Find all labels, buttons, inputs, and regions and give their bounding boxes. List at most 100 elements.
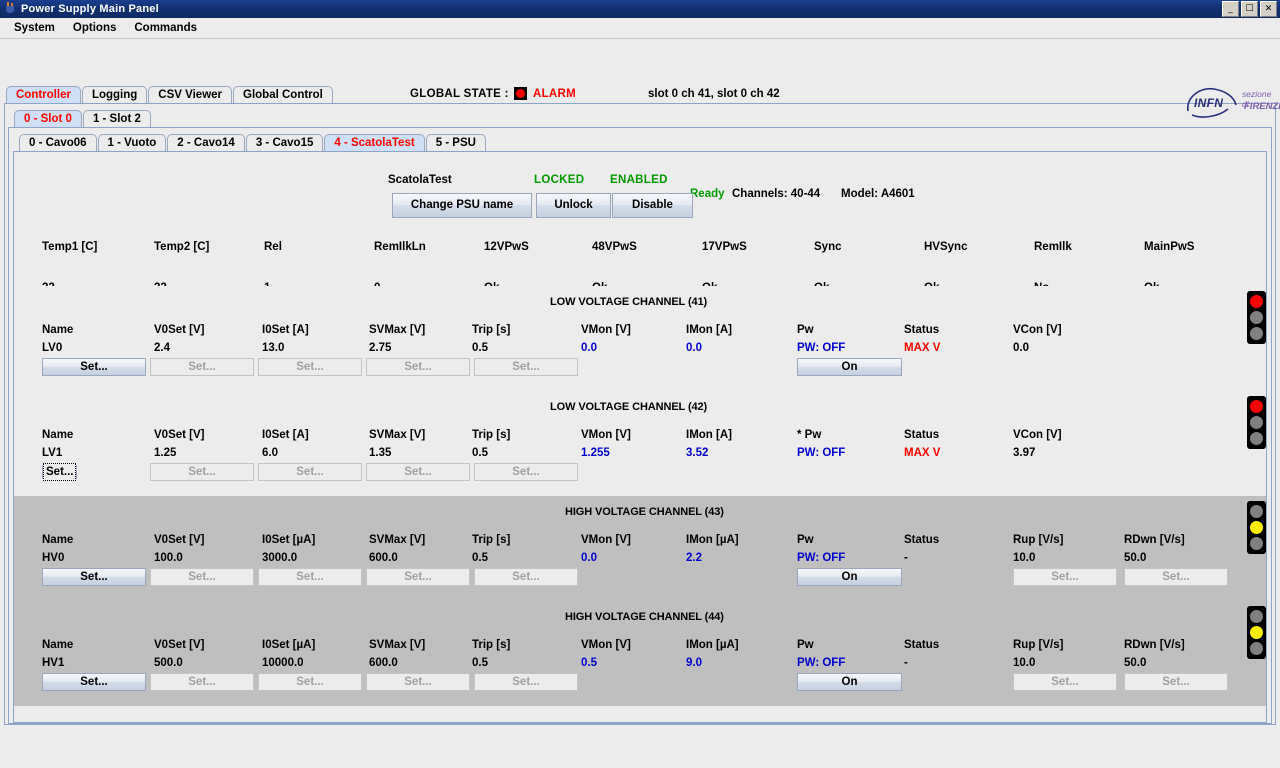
psu-ready-status: Ready xyxy=(690,188,725,200)
set-button[interactable]: Set... xyxy=(42,463,78,481)
maximize-icon[interactable]: ☐ xyxy=(1241,1,1258,17)
channel-column-header: Rup [V/s] xyxy=(1013,639,1064,651)
set-button[interactable]: Set... xyxy=(42,358,146,376)
board-status-header: Sync xyxy=(814,241,842,253)
psu-lock-state: LOCKED xyxy=(534,174,585,186)
channel-column-header: Rup [V/s] xyxy=(1013,534,1064,546)
traffic-light-yellow-icon xyxy=(1250,625,1263,639)
channel-column-header: VMon [V] xyxy=(581,429,631,441)
tab-controller[interactable]: Controller xyxy=(6,86,81,103)
psu-header: ScatolaTest LOCKED ENABLED Ready Channel… xyxy=(14,152,1266,224)
channel-column-header: Status xyxy=(904,429,940,441)
set-button: Set... xyxy=(474,673,578,691)
power-on-button[interactable]: On xyxy=(797,673,902,691)
traffic-light-yellow-icon xyxy=(1250,415,1263,429)
window-title: Power Supply Main Panel xyxy=(21,3,159,15)
set-button: Set... xyxy=(258,568,362,586)
psu-name-label: ScatolaTest xyxy=(388,174,452,186)
traffic-light-indicator xyxy=(1247,606,1266,659)
channel-value: 0.0 xyxy=(686,342,702,354)
change-psu-name-button[interactable]: Change PSU name xyxy=(392,193,532,218)
tab-global-control[interactable]: Global Control xyxy=(233,86,333,103)
tab-scatolatest[interactable]: 4 - ScatolaTest xyxy=(324,134,425,151)
board-status-header: Rel xyxy=(264,241,282,253)
channel-value: 50.0 xyxy=(1124,552,1147,564)
set-button: Set... xyxy=(150,463,254,481)
channel-value: MAX V xyxy=(904,447,941,459)
channel-column-header: V0Set [V] xyxy=(154,429,205,441)
channel-value: 6.0 xyxy=(262,447,278,459)
set-button: Set... xyxy=(366,673,470,691)
menu-item-system[interactable]: System xyxy=(5,20,64,36)
channel-value: 3.52 xyxy=(686,447,709,459)
channel-value: 0.0 xyxy=(581,552,597,564)
rate-set-button: Set... xyxy=(1013,673,1117,691)
channel-value: 3.97 xyxy=(1013,447,1036,459)
tab-vuoto[interactable]: 1 - Vuoto xyxy=(97,134,167,151)
power-on-button[interactable]: On xyxy=(797,358,902,376)
set-button: Set... xyxy=(366,568,470,586)
channel-column-header: RDwn [V/s] xyxy=(1124,639,1185,651)
traffic-light-green-icon xyxy=(1250,431,1263,445)
traffic-light-green-icon xyxy=(1250,326,1263,340)
tabs-level2: 0 - Slot 0 1 - Slot 2 xyxy=(5,107,1275,127)
set-button: Set... xyxy=(150,358,254,376)
tab-logging[interactable]: Logging xyxy=(81,86,148,103)
menu-bar: System Options Commands xyxy=(0,18,1280,39)
set-button[interactable]: Set... xyxy=(42,673,146,691)
channel-column-header: Trip [s] xyxy=(472,534,511,546)
channel-column-header: IMon [µA] xyxy=(686,639,739,651)
unlock-button[interactable]: Unlock xyxy=(536,193,611,218)
set-button: Set... xyxy=(258,358,362,376)
channel-column-header: I0Set [A] xyxy=(262,429,309,441)
channel-column-header: Status xyxy=(904,534,940,546)
channel-value: 0.5 xyxy=(472,552,488,564)
channel-rows: LOW VOLTAGE CHANNEL (41) Name LV0 V0Set [V]… xyxy=(14,286,1266,706)
channel-row: LOW VOLTAGE CHANNEL (41) Name LV0 V0Set [V]… xyxy=(14,286,1266,391)
tab-cavo06[interactable]: 0 - Cavo06 xyxy=(19,134,97,151)
close-icon[interactable]: ✕ xyxy=(1260,1,1277,17)
tabs-level3: 0 - Cavo06 1 - Vuoto 2 - Cavo14 3 - Cavo… xyxy=(9,131,1271,151)
channel-value: 10.0 xyxy=(1013,552,1036,564)
traffic-light-yellow-icon xyxy=(1250,520,1263,534)
channel-column-header: VCon [V] xyxy=(1013,429,1062,441)
channel-value: 1.255 xyxy=(581,447,610,459)
tab-psu[interactable]: 5 - PSU xyxy=(425,134,486,151)
channel-value: 3000.0 xyxy=(262,552,298,564)
power-on-button[interactable]: On xyxy=(797,568,902,586)
menu-item-commands[interactable]: Commands xyxy=(125,20,206,36)
traffic-light-green-icon xyxy=(1250,536,1263,550)
channel-column-header: Status xyxy=(904,639,940,651)
channel-value: 0.0 xyxy=(581,342,597,354)
set-button[interactable]: Set... xyxy=(42,568,146,586)
board-status-header: 17VPwS xyxy=(702,241,747,253)
channel-value: - xyxy=(904,552,908,564)
channel-value: LV1 xyxy=(42,447,63,459)
tab-cavo14[interactable]: 2 - Cavo14 xyxy=(167,134,245,151)
set-button: Set... xyxy=(150,568,254,586)
menu-item-options[interactable]: Options xyxy=(64,20,125,36)
channel-value: 10.0 xyxy=(1013,657,1036,669)
minimize-icon[interactable]: _ xyxy=(1222,1,1239,17)
tab-slot-2[interactable]: 1 - Slot 2 xyxy=(82,110,151,127)
channel-value: 2.4 xyxy=(154,342,170,354)
disable-button[interactable]: Disable xyxy=(612,193,693,218)
channel-title: HIGH VOLTAGE CHANNEL (44) xyxy=(565,611,724,623)
channel-value: 1.35 xyxy=(369,447,392,459)
controller-panel: 0 - Slot 0 1 - Slot 2 0 - Cavo06 1 - Vuo… xyxy=(4,103,1276,725)
tab-csv-viewer[interactable]: CSV Viewer xyxy=(148,86,233,103)
channel-value: MAX V xyxy=(904,342,941,354)
channel-value: 50.0 xyxy=(1124,657,1147,669)
board-status-table: Temp1 [C]22Temp2 [C]22Rel1RemIlkLn012VPw… xyxy=(14,224,1266,294)
traffic-light-indicator xyxy=(1247,501,1266,554)
channel-value: PW: OFF xyxy=(797,342,846,354)
tabs-level1: Controller Logging CSV Viewer Global Con… xyxy=(0,83,1280,103)
tab-cavo15[interactable]: 3 - Cavo15 xyxy=(245,134,324,151)
channel-column-header: * Pw xyxy=(797,429,822,441)
channel-value: 100.0 xyxy=(154,552,183,564)
channel-column-header: IMon [A] xyxy=(686,429,732,441)
channel-value: HV1 xyxy=(42,657,65,669)
tab-slot-0[interactable]: 0 - Slot 0 xyxy=(14,110,82,127)
psu-enable-state: ENABLED xyxy=(610,174,668,186)
channel-column-header: Pw xyxy=(797,639,814,651)
